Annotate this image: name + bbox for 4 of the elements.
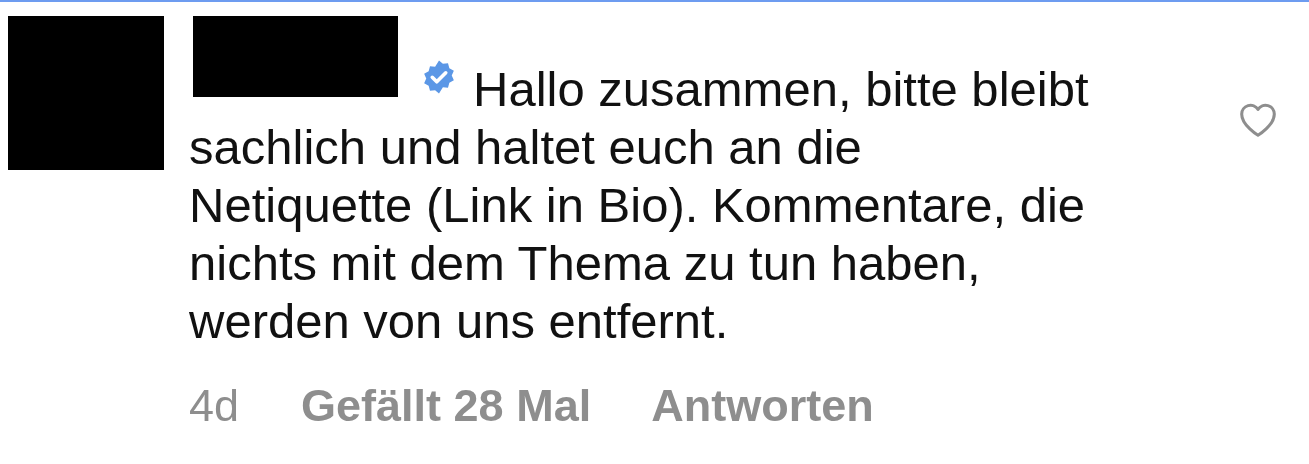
reply-button[interactable]: Antworten <box>651 380 874 432</box>
comment-age: 4d <box>189 380 240 432</box>
likes-button[interactable]: Gefällt 28 Mal <box>301 380 592 432</box>
comment-text: Hallo zusammen, bitte bleibt sachlich und haltet euch an die Netiquette (Link in Bio). Kommentare, die nichts mit dem Thema zu tun haben, werden von uns entfernt. <box>189 61 1090 350</box>
